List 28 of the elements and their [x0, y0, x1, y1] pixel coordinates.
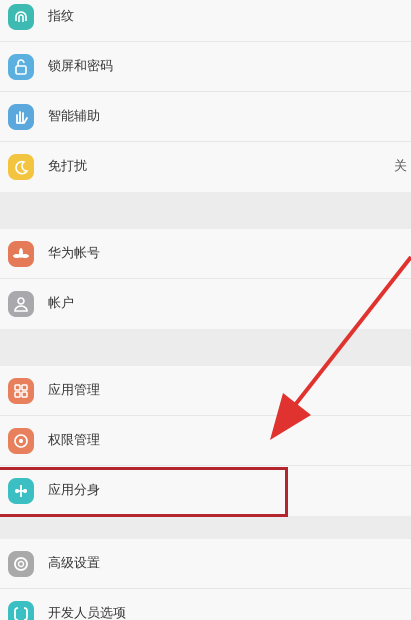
settings-row[interactable]: 免打扰 关: [0, 142, 411, 192]
setting-value: 关: [394, 158, 407, 176]
settings-row[interactable]: 帐户: [0, 279, 411, 329]
setting-label: 智能辅助: [48, 108, 100, 126]
app-grid-icon: [8, 378, 34, 404]
setting-label: 高级设置: [48, 554, 100, 573]
setting-label: 权限管理: [48, 432, 100, 450]
settings-row[interactable]: 高级设置: [0, 539, 411, 589]
settings-row[interactable]: 应用分身: [0, 466, 411, 516]
setting-label: 免打扰: [48, 158, 87, 176]
setting-label: 应用管理: [48, 382, 100, 400]
fingerprint-icon: [8, 4, 34, 30]
setting-label: 应用分身: [48, 482, 100, 500]
setting-label: 锁屏和密码: [48, 58, 113, 76]
person-icon: [8, 291, 34, 317]
settings-row[interactable]: 智能辅助: [0, 92, 411, 142]
setting-label: 帐户: [48, 295, 74, 314]
hand-icon: [8, 104, 34, 130]
settings-row[interactable]: 开发人员选项: [0, 589, 411, 620]
setting-label: 华为帐号: [48, 244, 100, 263]
settings-row[interactable]: 华为帐号: [0, 229, 411, 279]
petals-icon: [8, 240, 34, 266]
lock-icon: [8, 54, 34, 80]
setting-label: 开发人员选项: [48, 605, 126, 620]
moon-icon: [8, 154, 34, 180]
setting-label: 指纹: [48, 8, 74, 26]
settings-row[interactable]: 锁屏和密码: [0, 42, 411, 92]
settings-row[interactable]: 指纹: [0, 0, 411, 42]
